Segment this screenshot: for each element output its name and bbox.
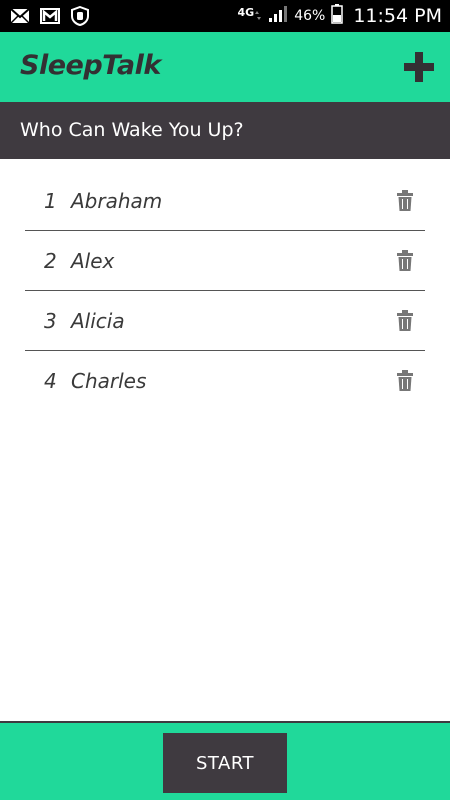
list-item-name: Alicia (71, 309, 125, 333)
battery-icon (331, 3, 344, 29)
add-contact-button[interactable] (402, 50, 436, 84)
status-clock: 11:54 PM (353, 5, 442, 27)
data-arrows-icon (254, 7, 262, 26)
gmail-icon (40, 8, 60, 24)
list-item-name: Alex (71, 249, 115, 273)
list-item-index: 4 (44, 369, 57, 393)
notification-icons (10, 5, 90, 27)
list-item-index: 2 (44, 249, 57, 273)
section-header: Who Can Wake You Up? (0, 102, 450, 159)
app-bar: SleepTalk (0, 32, 450, 102)
trash-icon[interactable] (397, 310, 413, 332)
start-button[interactable]: START (163, 733, 287, 793)
status-bar: 4G 46% 11:54 PM (0, 0, 450, 32)
list-item[interactable]: 4 Charles (25, 351, 425, 411)
list-item-name: Abraham (71, 189, 163, 213)
footer-bar: START (0, 721, 450, 800)
list-item[interactable]: 3 Alicia (25, 291, 425, 351)
mail-icon (10, 8, 30, 24)
battery-percent: 46% (294, 8, 326, 24)
list-item-index: 3 (44, 309, 57, 333)
network-type: 4G (237, 5, 255, 19)
shield-hand-icon (70, 6, 90, 26)
contact-list: 1 Abraham 2 Alex 3 Alicia 4 Charles (25, 171, 425, 411)
list-item[interactable]: 2 Alex (25, 231, 425, 291)
list-item-name: Charles (71, 369, 147, 393)
trash-icon[interactable] (397, 250, 413, 272)
list-item-index: 1 (44, 189, 57, 213)
list-item[interactable]: 1 Abraham (25, 171, 425, 231)
app-title: SleepTalk (20, 50, 161, 81)
trash-icon[interactable] (397, 190, 413, 212)
system-indicators: 4G 46% 11:54 PM (238, 0, 442, 32)
section-title: Who Can Wake You Up? (20, 119, 244, 141)
signal-icon (268, 5, 288, 28)
trash-icon[interactable] (397, 370, 413, 392)
